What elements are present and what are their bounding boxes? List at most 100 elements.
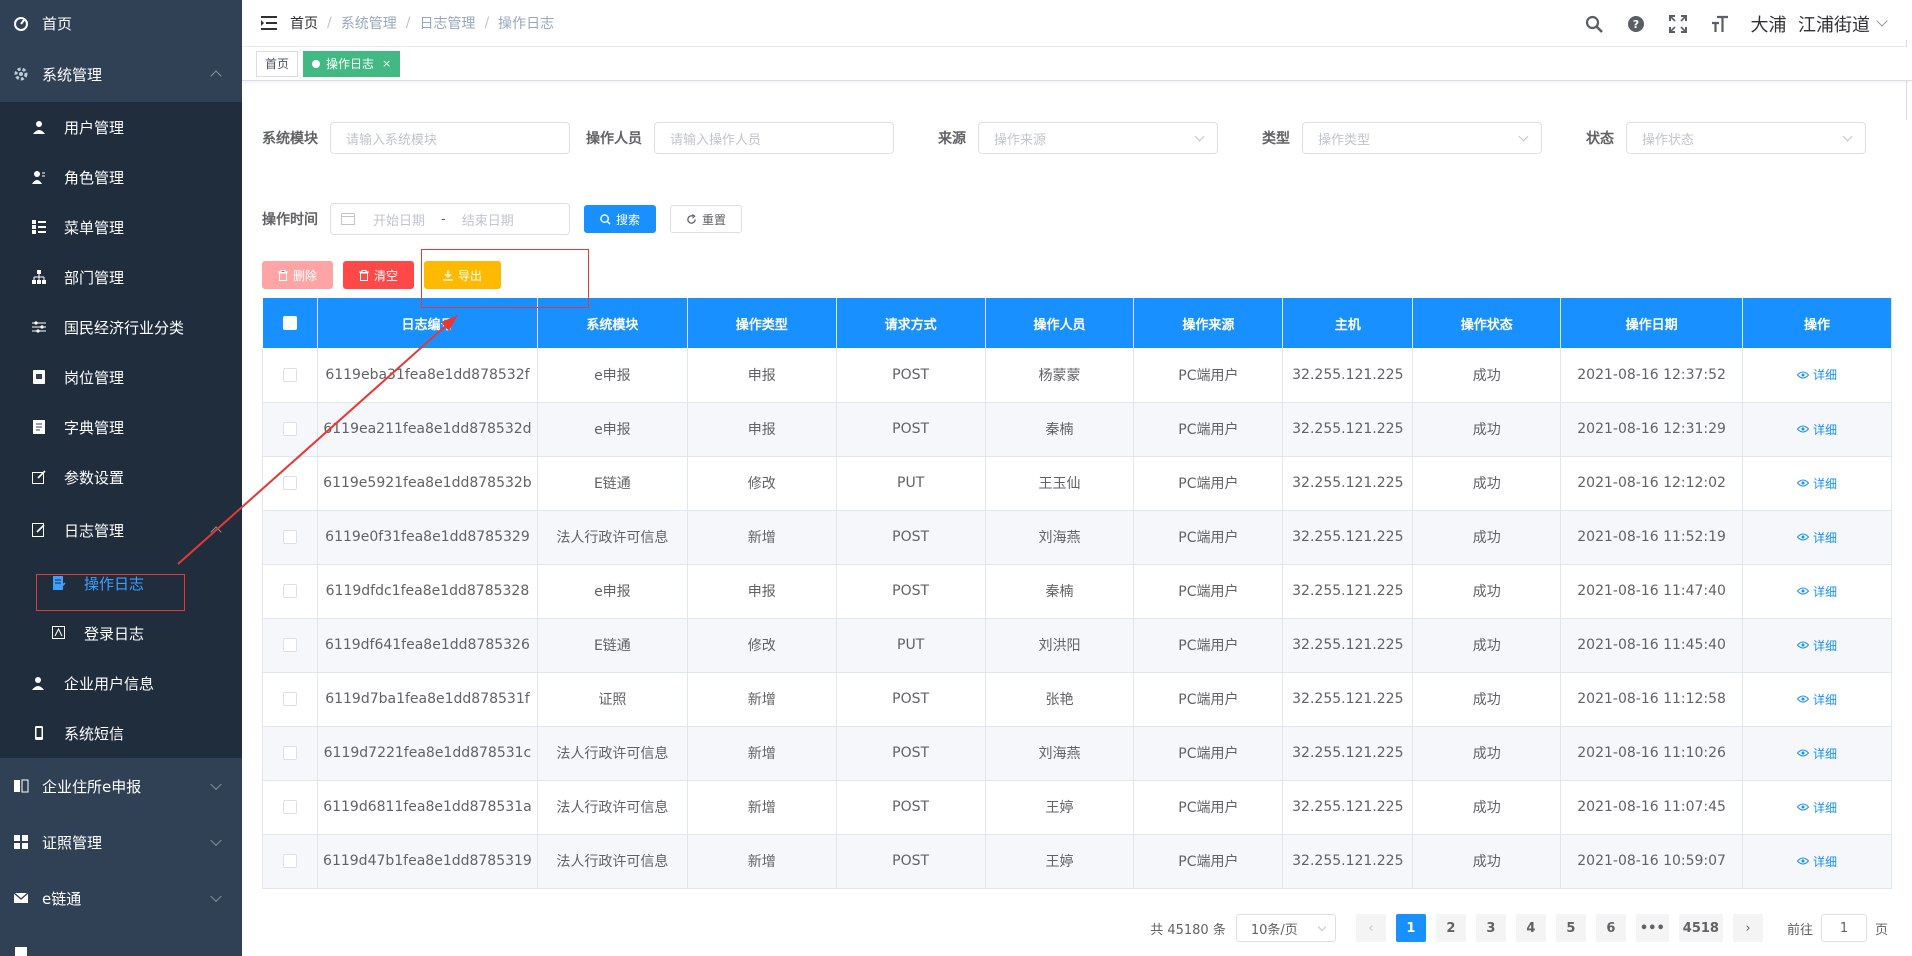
sidebar-item-industry[interactable]: 国民经济行业分类 [0,302,242,352]
user-name[interactable]: 大浦 江浦街道 [1751,11,1870,37]
more-pages-button[interactable]: ••• [1635,914,1669,942]
table-row[interactable]: 6119ea211fea8e1dd878532d e申报 申报 POST 秦楠 PC端用户… [262,402,1892,457]
detail-button[interactable]: 详细 [1797,745,1837,762]
table-cell: 2021-08-16 12:37:52 [1560,348,1744,403]
sidebar-item-posts[interactable]: 岗位管理 [0,352,242,402]
table-row[interactable]: 6119df641fea8e1dd8785326 E链通 修改 PUT 刘洪阳 PC端用户… [262,618,1892,673]
page-button[interactable]: 3 [1475,914,1506,942]
row-checkbox[interactable] [282,692,297,706]
column-header[interactable]: 操作日期 [1560,298,1744,348]
row-checkbox[interactable] [282,638,297,652]
breadcrumb-home[interactable]: 首页 [290,13,318,33]
detail-label: 详细 [1813,638,1838,653]
table-row[interactable]: 6119d7221fea8e1dd878531c 法人行政许可信息 新增 POST 刘海… [262,726,1892,781]
table-row[interactable]: 6119e0f31fea8e1dd8785329 法人行政许可信息 新增 POST 刘海… [262,510,1892,565]
page-button[interactable]: 4 [1515,914,1546,942]
breadcrumb-logs[interactable]: 日志管理 [419,13,475,33]
tag-current[interactable]: 操作日志 × [303,50,401,77]
row-checkbox[interactable] [282,476,297,490]
goto-page-input[interactable]: 1 [1820,914,1867,942]
status-select[interactable]: 操作状态 [1626,122,1866,154]
column-header[interactable]: 主机 [1282,298,1414,348]
page-button[interactable]: 5 [1555,914,1586,942]
page-size-select[interactable]: 10条/页 [1235,914,1336,942]
close-icon[interactable]: × [382,52,391,76]
sidebar-item-more[interactable]: ... [0,926,242,956]
button-label: 搜索 [616,212,641,227]
row-checkbox[interactable] [282,367,297,382]
detail-button[interactable]: 详细 [1797,637,1837,654]
help-icon[interactable]: ? [1625,13,1647,35]
sidebar-item-roles[interactable]: 角色管理 [0,152,242,202]
sidebar-item-label: ... [42,945,57,956]
sidebar-item-elink[interactable]: e链通 [0,870,242,926]
detail-button[interactable]: 详细 [1797,421,1837,438]
table-row[interactable]: 6119d47b1fea8e1dd8785319 法人行政许可信息 新增 POST 王婷… [262,834,1892,889]
search-icon [600,213,611,225]
prev-page-button[interactable]: ‹ [1355,914,1386,942]
sidebar-item-depts[interactable]: 部门管理 [0,252,242,302]
detail-button[interactable]: 详细 [1797,799,1837,816]
chevron-down-icon[interactable] [1876,14,1888,27]
module-input[interactable]: 请输入系统模块 [330,122,570,154]
clear-button[interactable]: 清空 [343,261,415,289]
source-select[interactable]: 操作来源 [978,122,1218,154]
search-button[interactable]: 搜索 [584,205,657,233]
table-row[interactable]: 6119e5921fea8e1dd878532b E链通 修改 PUT 王玉仙 PC端用户… [262,456,1892,511]
fullscreen-icon[interactable] [1667,13,1689,35]
sidebar-item-enterprise-users[interactable]: 企业用户信息 [0,658,242,708]
trash-icon [359,269,370,281]
detail-button[interactable]: 详细 [1797,853,1837,870]
sidebar-item-config[interactable]: 参数设置 [0,452,242,502]
search-icon[interactable] [1583,13,1605,35]
hamburger-toggle[interactable] [250,0,290,47]
date-range-picker[interactable]: 开始日期 - 结束日期 [330,203,570,235]
sidebar-item-logs[interactable]: 日志管理 [0,502,242,558]
font-size-icon[interactable] [1709,13,1731,35]
sidebar-item-login-log[interactable]: 登录日志 [0,608,242,658]
row-checkbox[interactable] [282,530,297,544]
table-row[interactable]: 6119dfdc1fea8e1dd8785328 e申报 申报 POST 秦楠 PC端用户… [262,564,1892,619]
detail-button[interactable]: 详细 [1797,583,1837,600]
column-header[interactable]: 操作类型 [687,298,837,348]
tag-home[interactable]: 首页 [256,50,299,77]
sidebar-item-menus[interactable]: 菜单管理 [0,202,242,252]
sidebar-item-license[interactable]: 证照管理 [0,814,242,870]
table-row[interactable]: 6119d7ba1fea8e1dd878531f 证照 新增 POST 张艳 PC端用户 3… [262,672,1892,727]
column-header[interactable]: 请求方式 [836,298,986,348]
detail-button[interactable]: 详细 [1797,529,1837,546]
page-button[interactable]: 4518 [1678,914,1723,942]
detail-button[interactable]: 详细 [1797,475,1837,492]
type-select[interactable]: 操作类型 [1302,122,1542,154]
sidebar-item-address-filing[interactable]: 企业住所e申报 [0,758,242,814]
sidebar-item-users[interactable]: 用户管理 [0,102,242,152]
sidebar-item-system[interactable]: 系统管理 [0,46,242,102]
reset-button[interactable]: 重置 [670,205,743,233]
row-checkbox[interactable] [282,746,297,760]
row-checkbox[interactable] [282,854,297,868]
detail-button[interactable]: 详细 [1797,691,1837,708]
breadcrumb-system[interactable]: 系统管理 [341,13,397,33]
table-row[interactable]: 6119eba31fea8e1dd878532f e申报 申报 POST 杨蒙蒙 PC端用… [262,348,1892,403]
table-row[interactable]: 6119d6811fea8e1dd878531a 法人行政许可信息 新增 POST 王婷… [262,780,1892,835]
table-cell: 王玉仙 [985,456,1135,511]
select-all-checkbox[interactable] [282,316,297,330]
row-checkbox[interactable] [282,422,297,436]
eye-icon [1797,425,1810,433]
detail-button[interactable]: 详细 [1797,366,1837,383]
sidebar-item-home[interactable]: 首页 [0,0,242,46]
page-button[interactable]: 2 [1435,914,1466,942]
row-checkbox[interactable] [282,584,297,598]
column-header[interactable]: 操作来源 [1133,298,1284,348]
sidebar-item-dict[interactable]: 字典管理 [0,402,242,452]
row-checkbox[interactable] [282,800,297,814]
next-page-button[interactable]: › [1732,914,1763,942]
column-header[interactable]: 操作状态 [1412,298,1562,348]
delete-button[interactable]: 删除 [262,261,334,289]
sidebar-item-sms[interactable]: 系统短信 [0,708,242,758]
column-header[interactable]: 操作人员 [985,298,1135,348]
page-button[interactable]: 1 [1395,914,1426,942]
page-button[interactable]: 6 [1595,914,1626,942]
operator-input[interactable]: 请输入操作人员 [654,122,894,154]
breadcrumb-separator: / [405,15,411,31]
